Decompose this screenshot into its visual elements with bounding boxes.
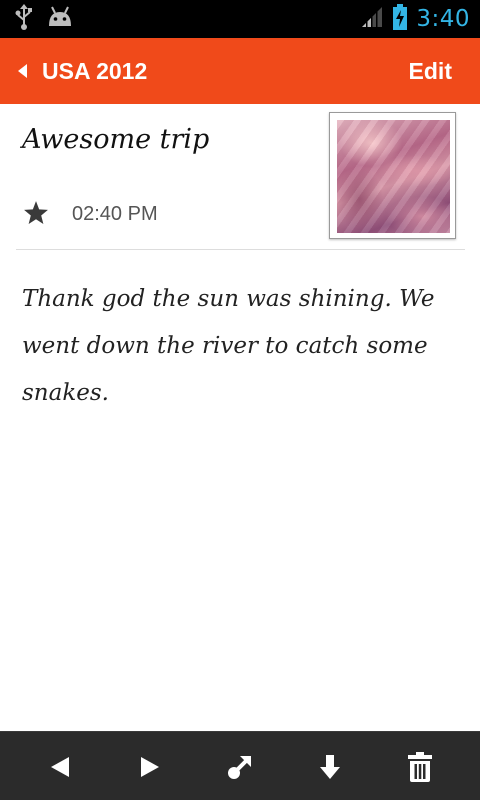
action-bar: USA 2012 Edit	[0, 38, 480, 104]
usb-icon	[14, 4, 34, 34]
next-button[interactable]	[120, 732, 180, 800]
bottom-toolbar	[0, 731, 480, 800]
star-icon[interactable]	[23, 200, 49, 230]
system-icons: 3:40	[360, 0, 470, 38]
previous-icon	[49, 755, 71, 779]
entry-body: Thank god the sun was shining. We went d…	[22, 286, 435, 406]
edit-button[interactable]: Edit	[409, 38, 452, 104]
previous-button[interactable]	[30, 732, 90, 800]
battery-charging-icon	[392, 3, 408, 35]
next-icon	[139, 755, 161, 779]
back-button[interactable]: USA 2012	[16, 38, 147, 104]
download-button[interactable]	[300, 732, 360, 800]
delete-button[interactable]	[390, 732, 450, 800]
android-icon	[46, 6, 74, 32]
back-caret-icon	[16, 63, 28, 79]
signal-icon	[360, 5, 384, 33]
album-title: USA 2012	[42, 57, 148, 84]
notification-icons	[14, 4, 74, 34]
entry-title: Awesome trip	[22, 124, 210, 155]
share-icon	[226, 753, 254, 781]
status-bar: 3:40	[0, 0, 480, 38]
download-icon	[318, 753, 342, 781]
status-time: 3:40	[416, 6, 470, 32]
share-button[interactable]	[210, 732, 270, 800]
entry-time: 02:40 PM	[72, 203, 158, 225]
photo-image	[337, 120, 450, 233]
app-screen: 3:40 USA 2012 Edit Awesome trip 02:40 PM…	[0, 0, 480, 800]
divider	[16, 249, 465, 250]
delete-icon	[407, 751, 433, 783]
photo-thumbnail[interactable]	[329, 112, 456, 239]
